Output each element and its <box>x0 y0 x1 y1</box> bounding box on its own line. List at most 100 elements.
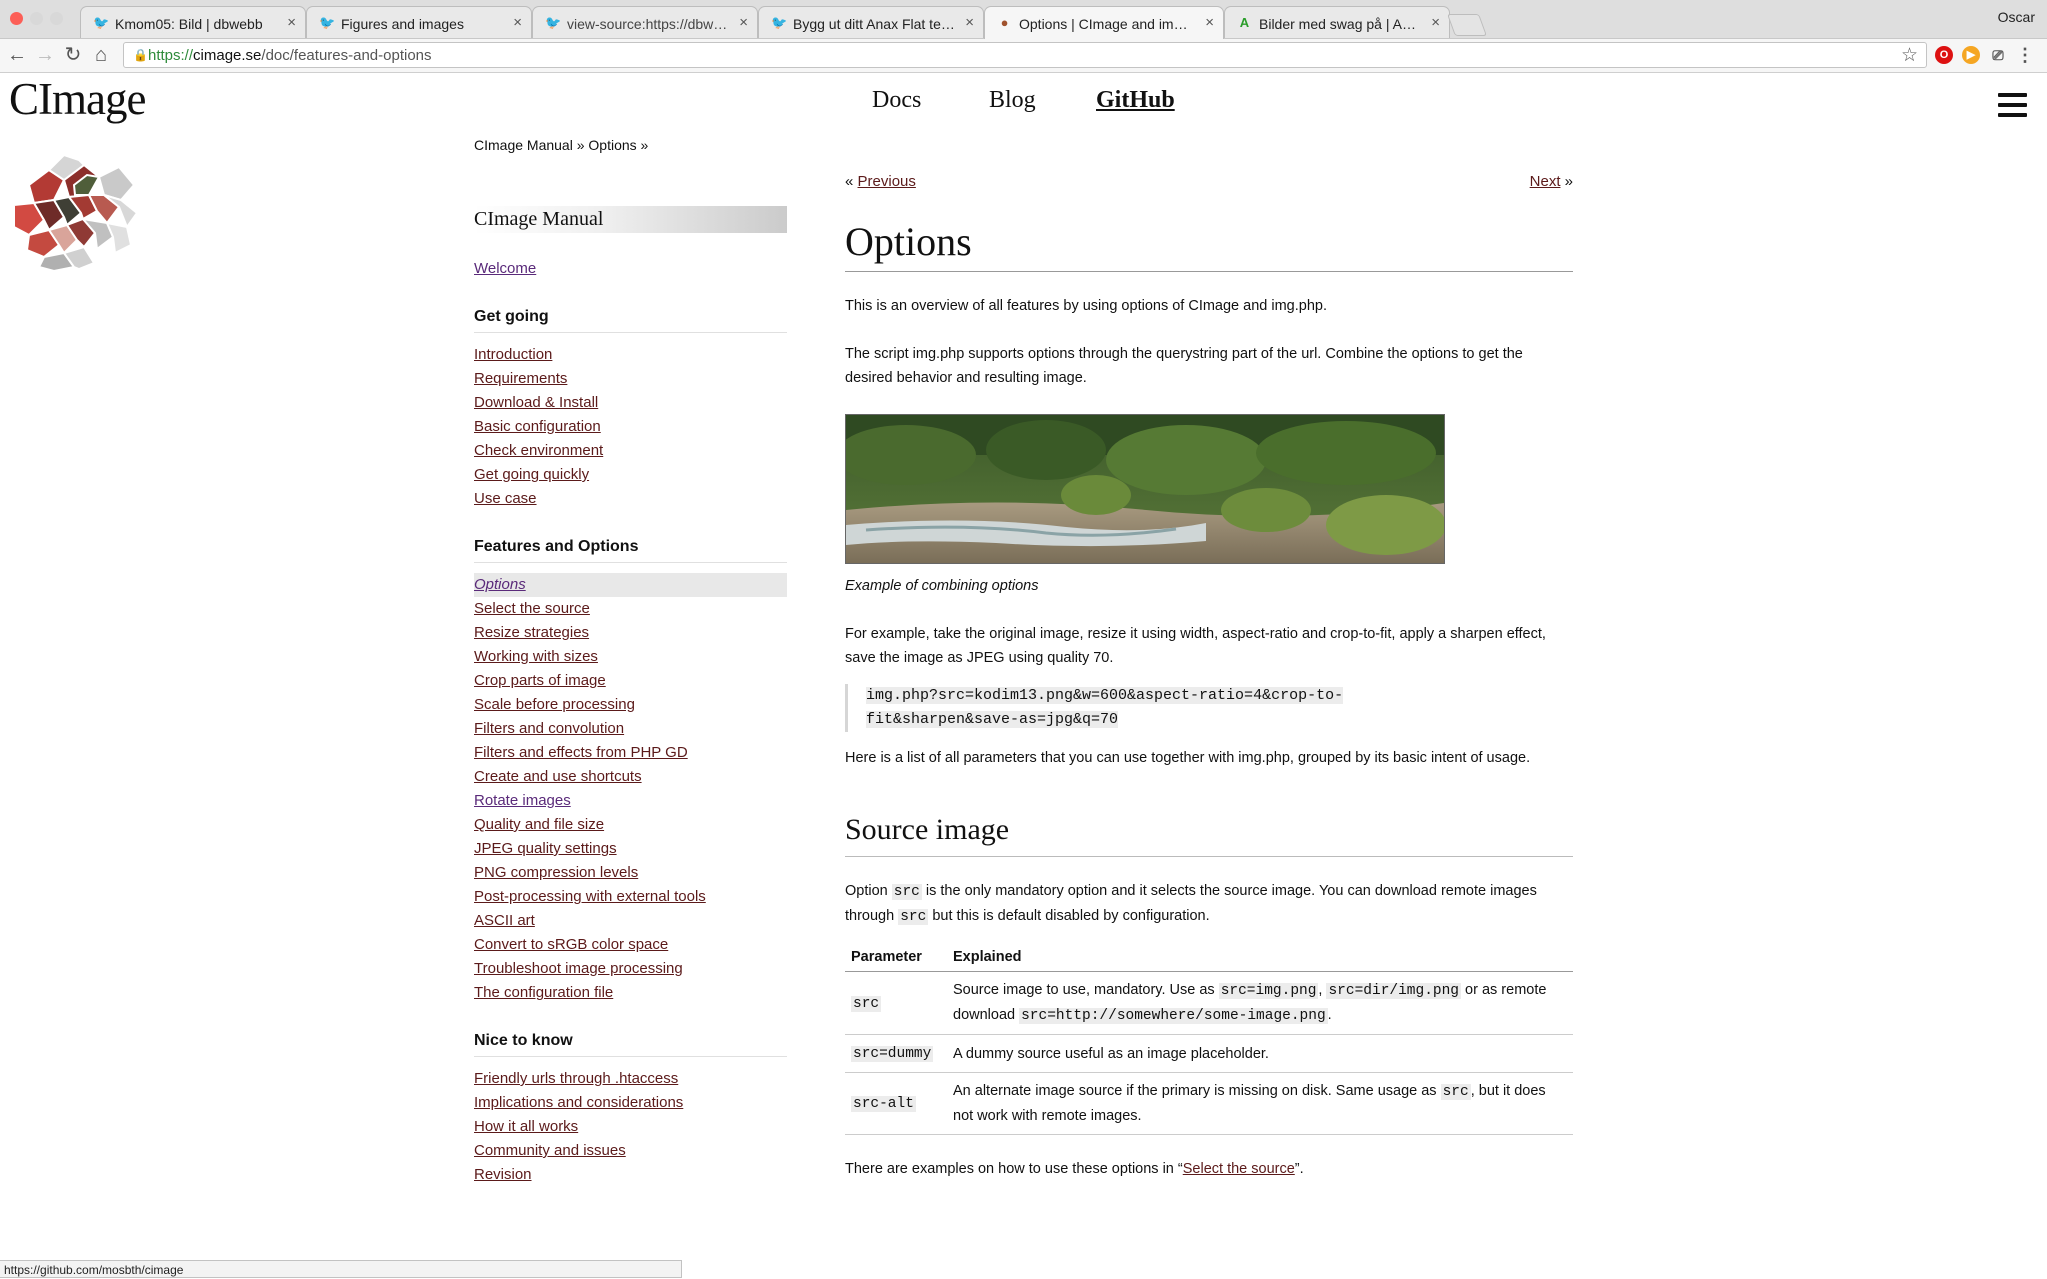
example-river-image <box>845 414 1445 564</box>
column-header: Explained <box>947 943 1573 972</box>
nav-docs-link[interactable]: Docs <box>872 87 921 114</box>
sidebar-link[interactable]: PNG compression levels <box>474 861 787 885</box>
param-code: src=dummy <box>851 1046 934 1062</box>
inline-code: src=http://somewhere/some-image.png <box>1019 1008 1328 1024</box>
anax-favicon-icon: A <box>1239 15 1250 30</box>
tab-title: Kmom05: Bild | dbwebb <box>115 16 263 32</box>
sidebar-link[interactable]: Working with sizes <box>474 645 787 669</box>
browser-tab[interactable]: 🐦 view-source:https://dbwebb.se × <box>532 6 758 38</box>
inline-code: src=img.png <box>1218 983 1319 999</box>
sidebar-link[interactable]: Requirements <box>474 367 787 391</box>
sidebar-heading-nice-to-know: Nice to know <box>474 1029 787 1057</box>
new-tab-button[interactable] <box>1446 14 1488 36</box>
hamburger-menu-icon[interactable] <box>1998 93 2027 118</box>
querystring-paragraph: The script img.php supports options thro… <box>845 346 1523 386</box>
reload-icon[interactable]: ↻ <box>62 44 84 66</box>
close-tab-icon[interactable]: × <box>965 14 974 31</box>
tab-title: Bygg ut ditt Anax Flat tema me <box>793 16 955 32</box>
sidebar-link[interactable]: Select the source <box>474 597 787 621</box>
nav-blog-link[interactable]: Blog <box>989 87 1036 114</box>
tab-title: Options | CImage and img.php <box>1019 16 1195 32</box>
breadcrumb: CImage Manual » Options » <box>474 137 649 153</box>
sidebar-link[interactable]: Crop parts of image <box>474 669 787 693</box>
bookmark-star-icon[interactable]: ☆ <box>1901 44 1918 67</box>
profile-name[interactable]: Oscar <box>1998 9 2035 25</box>
sidebar-link[interactable]: Introduction <box>474 343 787 367</box>
sidebar-link[interactable]: JPEG quality settings <box>474 837 787 861</box>
sidebar-link[interactable]: Scale before processing <box>474 693 787 717</box>
close-tab-icon[interactable]: × <box>1431 14 1440 31</box>
minimize-window-button[interactable] <box>30 12 43 25</box>
sidebar-link[interactable]: Rotate images <box>474 789 787 813</box>
next-link[interactable]: Next <box>1530 173 1561 190</box>
opera-extension-icon[interactable]: O <box>1935 46 1953 64</box>
sidebar-title: CImage Manual <box>474 206 787 233</box>
sidebar-link[interactable]: Filters and effects from PHP GD <box>474 741 787 765</box>
tab-title: view-source:https://dbwebb.se <box>567 16 729 32</box>
param-cell: src <box>845 971 947 1035</box>
close-tab-icon[interactable]: × <box>287 14 296 31</box>
sidebar-link[interactable]: Check environment <box>474 439 787 463</box>
close-tab-icon[interactable]: × <box>1205 14 1214 31</box>
browser-tab-active[interactable]: ● Options | CImage and img.php × <box>984 6 1224 39</box>
close-tab-icon[interactable]: × <box>739 14 748 31</box>
intro-paragraph: This is an overview of all features by u… <box>845 298 1327 314</box>
text-span: An alternate image source if the primary… <box>953 1083 1441 1099</box>
browser-menu-icon[interactable]: ⋮ <box>2016 46 2034 64</box>
sidebar-link[interactable]: Create and use shortcuts <box>474 765 787 789</box>
sidebar-link[interactable]: How it all works <box>474 1115 787 1139</box>
sidebar-link[interactable]: Filters and convolution <box>474 717 787 741</box>
param-code: src-alt <box>851 1096 916 1112</box>
previous-link[interactable]: Previous <box>858 173 916 190</box>
sidebar-link-current[interactable]: Options <box>474 573 787 597</box>
sidebar-link[interactable]: Convert to sRGB color space <box>474 933 787 957</box>
site-logo[interactable]: CImage <box>9 73 146 125</box>
sidebar-link[interactable]: Basic configuration <box>474 415 787 439</box>
table-row: src-alt An alternate image source if the… <box>845 1072 1573 1135</box>
url-path: /doc/features-and-options <box>261 47 432 64</box>
sidebar-link[interactable]: Post-processing with external tools <box>474 885 787 909</box>
sidebar-link-welcome[interactable]: Welcome <box>474 257 787 281</box>
sidebar-link[interactable]: The configuration file <box>474 981 787 1005</box>
sidebar-link[interactable]: Friendly urls through .htaccess <box>474 1067 787 1091</box>
zoom-window-button[interactable] <box>50 12 63 25</box>
back-arrow-icon[interactable]: ← <box>6 44 28 66</box>
browser-tab[interactable]: 🐦 Bygg ut ditt Anax Flat tema me × <box>758 6 984 38</box>
sidebar-link[interactable]: Revision <box>474 1163 787 1187</box>
nav-github-link[interactable]: GitHub <box>1096 87 1175 114</box>
image-caption: Example of combining options <box>845 578 1039 594</box>
close-tab-icon[interactable]: × <box>513 14 522 31</box>
forward-arrow-icon[interactable]: → <box>34 44 56 66</box>
sidebar-link[interactable]: Get going quickly <box>474 463 787 487</box>
sidebar-link[interactable]: Quality and file size <box>474 813 787 837</box>
bird-favicon-icon: 🐦 <box>545 15 562 30</box>
sidebar-link[interactable]: Use case <box>474 487 787 511</box>
text-span: There are examples on how to use these o… <box>845 1161 1183 1177</box>
select-the-source-link[interactable]: Select the source <box>1183 1161 1295 1177</box>
cimage-logo-image[interactable] <box>9 145 139 271</box>
browser-tab[interactable]: A Bilder med swag på | Anax Flat × <box>1224 6 1450 38</box>
cast-icon[interactable]: ⎚ <box>1989 46 2007 64</box>
pager-previous: « Previous <box>845 173 916 190</box>
bird-favicon-icon: 🐦 <box>319 15 336 30</box>
sidebar-link[interactable]: ASCII art <box>474 909 787 933</box>
address-bar[interactable]: 🔒 https://cimage.se/doc/features-and-opt… <box>123 42 1927 68</box>
web-page: CImage Docs Blog GitHub CImage Manual » … <box>0 73 2047 1279</box>
src-option-paragraph: Option src is the only mandatory option … <box>845 879 1573 929</box>
browser-toolbar: ← → ↻ ⌂ 🔒 https://cimage.se/doc/features… <box>0 39 2047 73</box>
browser-tab[interactable]: 🐦 Kmom05: Bild | dbwebb × <box>80 6 306 38</box>
sidebar-link[interactable]: Implications and considerations <box>474 1091 787 1115</box>
explained-cell: Source image to use, mandatory. Use as s… <box>947 971 1573 1035</box>
sidebar-link[interactable]: Community and issues <box>474 1139 787 1163</box>
browser-tab[interactable]: 🐦 Figures and images × <box>306 6 532 38</box>
table-row: src Source image to use, mandatory. Use … <box>845 971 1573 1035</box>
sidebar-link[interactable]: Download & Install <box>474 391 787 415</box>
play-extension-icon[interactable]: ▶ <box>1962 46 1980 64</box>
home-icon[interactable]: ⌂ <box>90 44 112 66</box>
sidebar-link[interactable]: Resize strategies <box>474 621 787 645</box>
close-window-button[interactable] <box>10 12 23 25</box>
sidebar-heading-features: Features and Options <box>474 535 787 563</box>
text-span: ”. <box>1294 1161 1304 1177</box>
sidebar-link[interactable]: Troubleshoot image processing <box>474 957 787 981</box>
parameters-table: Parameter Explained src Source image to … <box>845 943 1573 1135</box>
